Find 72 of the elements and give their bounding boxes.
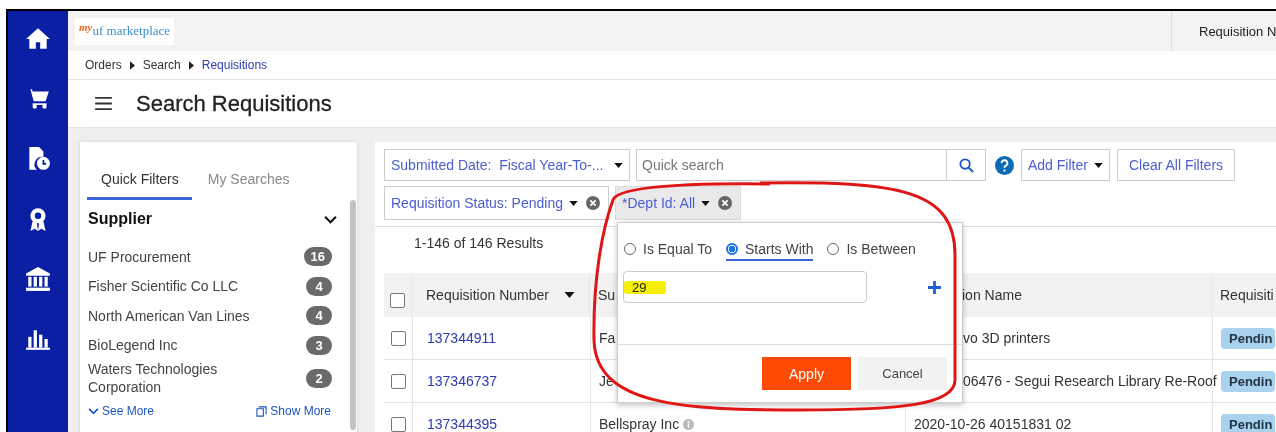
supplier-link[interactable]: UF Procurement [88,247,278,266]
table-cell: vo 3D printers [963,330,1051,346]
show-more-link[interactable]: Show More [256,404,331,418]
see-more-link[interactable]: See More [88,404,155,418]
scrollbar[interactable] [350,200,356,430]
row-checkbox[interactable] [390,416,406,432]
add-filter-button[interactable]: Add Filter [1021,149,1110,181]
remove-icon[interactable] [718,196,733,210]
select-all-checkbox[interactable] [390,293,405,308]
search-icon [958,157,974,173]
filter-chip[interactable]: *Dept Id: All [615,186,742,220]
row-checkbox[interactable] [390,330,406,346]
panel-tab[interactable]: Quick Filters [87,171,192,200]
filter-chip[interactable]: Requisition Status: Pending [384,186,609,220]
section-title: Supplier [88,210,152,228]
home-icon[interactable] [25,26,51,52]
status-badge: Pendin [1221,413,1276,432]
supplier-link[interactable]: Waters Technologies Corporation [88,360,278,396]
page-title: Search Requisitions [136,90,332,117]
search-field[interactable]: Quick search [636,149,947,181]
count-badge: 4 [306,276,332,296]
bank-icon[interactable] [25,266,51,292]
caret-icon [701,200,711,206]
search-button[interactable] [947,149,986,181]
table-cell: Bellspray Inc [599,416,680,432]
supplier-link[interactable]: BioLegend Inc [88,336,278,355]
tab-label[interactable]: Requisition N [1199,23,1276,39]
column-header[interactable]: Su [598,287,616,303]
requisition-link[interactable]: 137346737 [427,373,498,389]
count-badge: 4 [306,306,332,326]
date-filter-dropdown[interactable]: Submitted Date: Fiscal Year-To-... [384,149,630,181]
breadcrumb-link[interactable]: Search [142,58,181,72]
chevron-icon [88,407,99,415]
help-icon[interactable] [995,155,1014,175]
column-header[interactable]: Requisiti [1220,287,1274,303]
column-header[interactable]: ion Name [962,287,1022,303]
count-badge: 16 [303,247,332,267]
plus-icon[interactable] [928,280,941,294]
status-badge: Pendin [1221,327,1276,349]
clear-filters-button[interactable]: Clear All Filters [1116,149,1236,181]
menu-icon[interactable] [95,97,112,110]
column-header[interactable]: Requisition Number [426,287,549,303]
highlight-mark [624,281,666,294]
caret-icon [1093,162,1103,168]
table-cell: 06476 - Segui Research Library Re-Roof [963,373,1217,389]
requisition-link[interactable]: 137344395 [427,416,498,432]
requisition-link[interactable]: 137344911 [427,330,497,346]
breadcrumb-link[interactable]: Requisitions [201,58,268,72]
sort-icon[interactable] [564,292,575,298]
status-badge: Pendin [1221,370,1276,392]
cancel-button[interactable]: Cancel [858,357,947,390]
chevron-icon[interactable] [324,214,337,224]
caret-icon [569,200,578,206]
caret-icon [129,60,135,70]
table-cell: Fa [599,330,616,346]
input-field[interactable]: 29 [623,271,867,303]
supplier-link[interactable]: North American Van Lines [88,306,278,325]
radio-option[interactable]: Is Between [827,241,916,261]
remove-icon[interactable] [586,196,600,210]
caret-icon [614,162,623,168]
radio-option[interactable]: Is Equal To [624,241,712,261]
table-cell: 2020-10-26 40151831 02 [914,416,1072,432]
copy-icon [256,405,268,417]
radio-option[interactable]: Starts With [726,241,814,261]
breadcrumb-link[interactable]: Orders [85,58,122,72]
row-checkbox[interactable] [390,373,406,389]
radio-button[interactable] [726,243,738,255]
supplier-link[interactable]: Fisher Scientific Co LLC [88,277,278,296]
count-badge: 3 [306,335,332,355]
caret-icon [188,60,194,70]
count-badge: 2 [306,368,332,388]
panel-tab[interactable]: My Searches [193,171,303,200]
